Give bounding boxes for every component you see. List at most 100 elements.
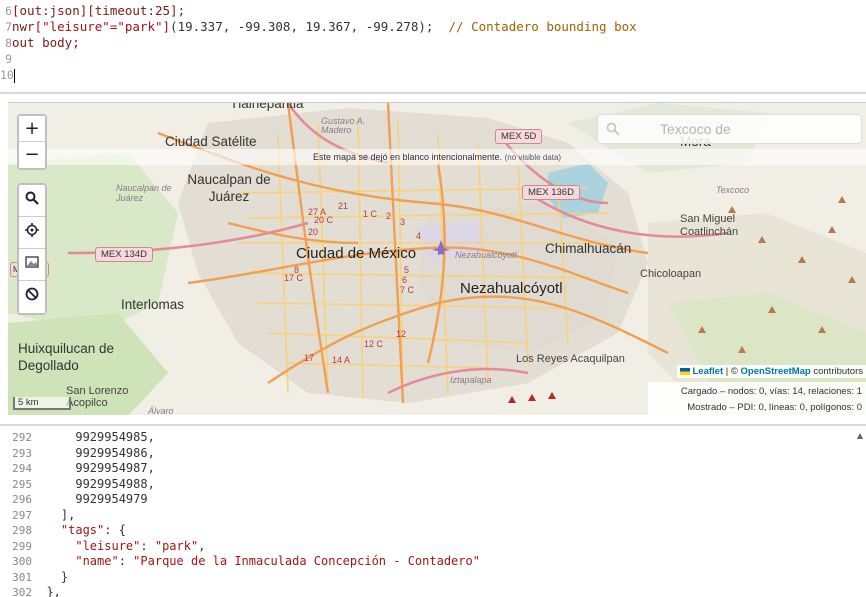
panel-divider[interactable] [0,424,866,426]
map-label-ciudad-de-mexico: Ciudad de México [296,245,417,262]
route-number: 21 [338,201,349,211]
output-line: 300 "name": "Parque de la Inmaculada Con… [0,554,480,570]
line-number: 10 [0,68,14,82]
output-line: 297 ], [0,508,75,524]
output-line: 296 9929954979 [0,492,148,508]
map-label-texcoco: Texcoco [716,185,750,195]
scroll-up-arrow-icon[interactable]: ▲ [857,431,863,440]
layers-icon [25,256,39,268]
openstreetmap-link[interactable]: OpenStreetMap [741,366,811,377]
map-label-naucalpan: Naucalpan de Juárez [187,172,271,204]
output-line: 293 9929954986, [0,446,155,462]
locate-icon [25,223,39,237]
output-code: 9929954986, [46,445,155,460]
search-location-button[interactable] [19,191,45,217]
map-label-ciudad-satelite: Ciudad Satélite [165,134,257,149]
clear-button[interactable] [19,287,45,313]
layers-button[interactable] [19,255,45,281]
line-number: 296 [12,493,32,506]
output-code: "leisure": "park", [75,538,206,553]
map-scale: 5 km [13,397,71,410]
route-number: 4 [416,231,422,241]
output-line: 302 }, [0,585,61,597]
line-number: 293 [12,446,32,460]
line-number: 295 [12,477,32,491]
editor-line: 7nwr["leisure"="park"](19.337, -99.308, … [0,19,637,35]
search-icon [606,122,620,136]
output-line: 301 } [0,570,68,586]
route-number: 12 [396,329,407,339]
route-number: 12 C [364,339,384,349]
highway-shield-mex-134d: MEX 134D [95,247,153,262]
route-number: 14 A [332,355,351,365]
zoom-in-button[interactable]: + [19,116,45,142]
route-number: 17 C [284,273,304,283]
line-number: 294 [12,462,32,475]
map-label-san-miguel: San Miguel Coatlinchán [680,213,739,238]
code-token: out body; [12,35,80,50]
highway-shield-mex-5d: MEX 5D [495,129,543,144]
locate-button[interactable] [19,223,45,249]
map-label-chicoloapan: Chicoloapan [640,268,702,280]
output-code: } [46,569,69,584]
search-placeholder: Texcoco de [660,121,731,137]
map-label-san-lorenzo: San Lorenzo Acopilco [66,385,129,409]
map-label-interlomas: Interlomas [121,297,185,312]
stats-shown: Mostrado – PDI: 0, líneas: 0, polígonos:… [687,402,862,413]
editor-line: 9 [0,51,12,67]
line-number: 7 [5,20,12,34]
result-output[interactable]: 292 9929954985, 293 9929954986, 294 992995… [0,427,866,597]
map-search-input[interactable]: Texcoco de [597,114,862,144]
map-blank-notice: Este mapa se dejó en blanco intencionalm… [8,149,866,165]
map-label-naucalpan-small: Naucalpan de Juárez [116,183,172,203]
panel-divider[interactable] [0,92,866,94]
route-number: 6 [402,275,408,285]
output-code: }, [46,585,61,597]
route-number: 1 C [363,209,378,219]
highway-shield-mex-136d: MEX 136D [522,185,580,200]
line-number: 299 [12,539,32,553]
output-code: 9929954988, [46,476,155,491]
search-icon [25,191,39,205]
map-view[interactable]: Este mapa se dejó en blanco intencionalm… [8,102,866,415]
map-label-los-reyes: Los Reyes Acaquilpan [516,353,625,365]
attribution-tail: contributors [810,366,863,377]
text-cursor [14,68,15,83]
zoom-out-button[interactable]: − [19,142,45,168]
map-label-iztapalapa: Iztapalapa [450,375,492,385]
blank-notice-subtext: (no visible data) [504,153,562,162]
output-code: 9929954979 [46,492,148,506]
editor-line: 8out body; [0,35,80,51]
line-number: 301 [12,570,32,584]
clear-icon [25,287,39,301]
output-code: "tags": { [60,523,126,537]
output-line: 298 "tags": { [0,523,126,539]
map-label-gustavo-madero: Gustavo A. Madero [321,116,366,135]
line-number: 9 [5,52,12,66]
map-attribution: Leaflet | © OpenStreetMap contributors [677,365,866,378]
line-number: 6 [5,4,12,18]
editor-line: 6[out:json][timeout:25]; [0,3,185,19]
code-token: nwr [12,19,35,34]
zoom-control: + − [17,114,47,170]
line-number: 298 [12,524,32,537]
output-code: "name": "Parque de la Inmaculada Concepc… [75,554,480,568]
code-token: (19.337, -99.308, 19.367, -99.278); [170,19,449,34]
leaflet-link[interactable]: Leaflet [692,366,723,377]
line-number: 8 [5,36,12,50]
code-comment: // Contadero bounding box [448,19,637,34]
route-number: 5 [404,265,410,275]
map-tool-control [17,183,47,315]
map-label-nezahualcoyotl: Nezahualcóyotl [460,280,563,297]
map-label-alvaro: Álvaro [148,406,174,415]
map-label-chimalhuacan: Chimalhuacán [545,241,632,256]
flag-icon [680,367,691,375]
output-line: 295 9929954988, [0,477,155,493]
query-editor[interactable]: 6[out:json][timeout:25]; 7nwr["leisure"=… [0,0,866,92]
attribution-separator: | © [723,366,741,377]
route-number: 20 C [314,215,334,225]
output-line: 299 "leisure": "park", [0,539,205,555]
code-token: ["leisure"="park"] [34,19,171,34]
map-label-tlalnepantla: Tlalnepantla [230,102,304,111]
output-line: 294 9929954987, [0,461,155,477]
